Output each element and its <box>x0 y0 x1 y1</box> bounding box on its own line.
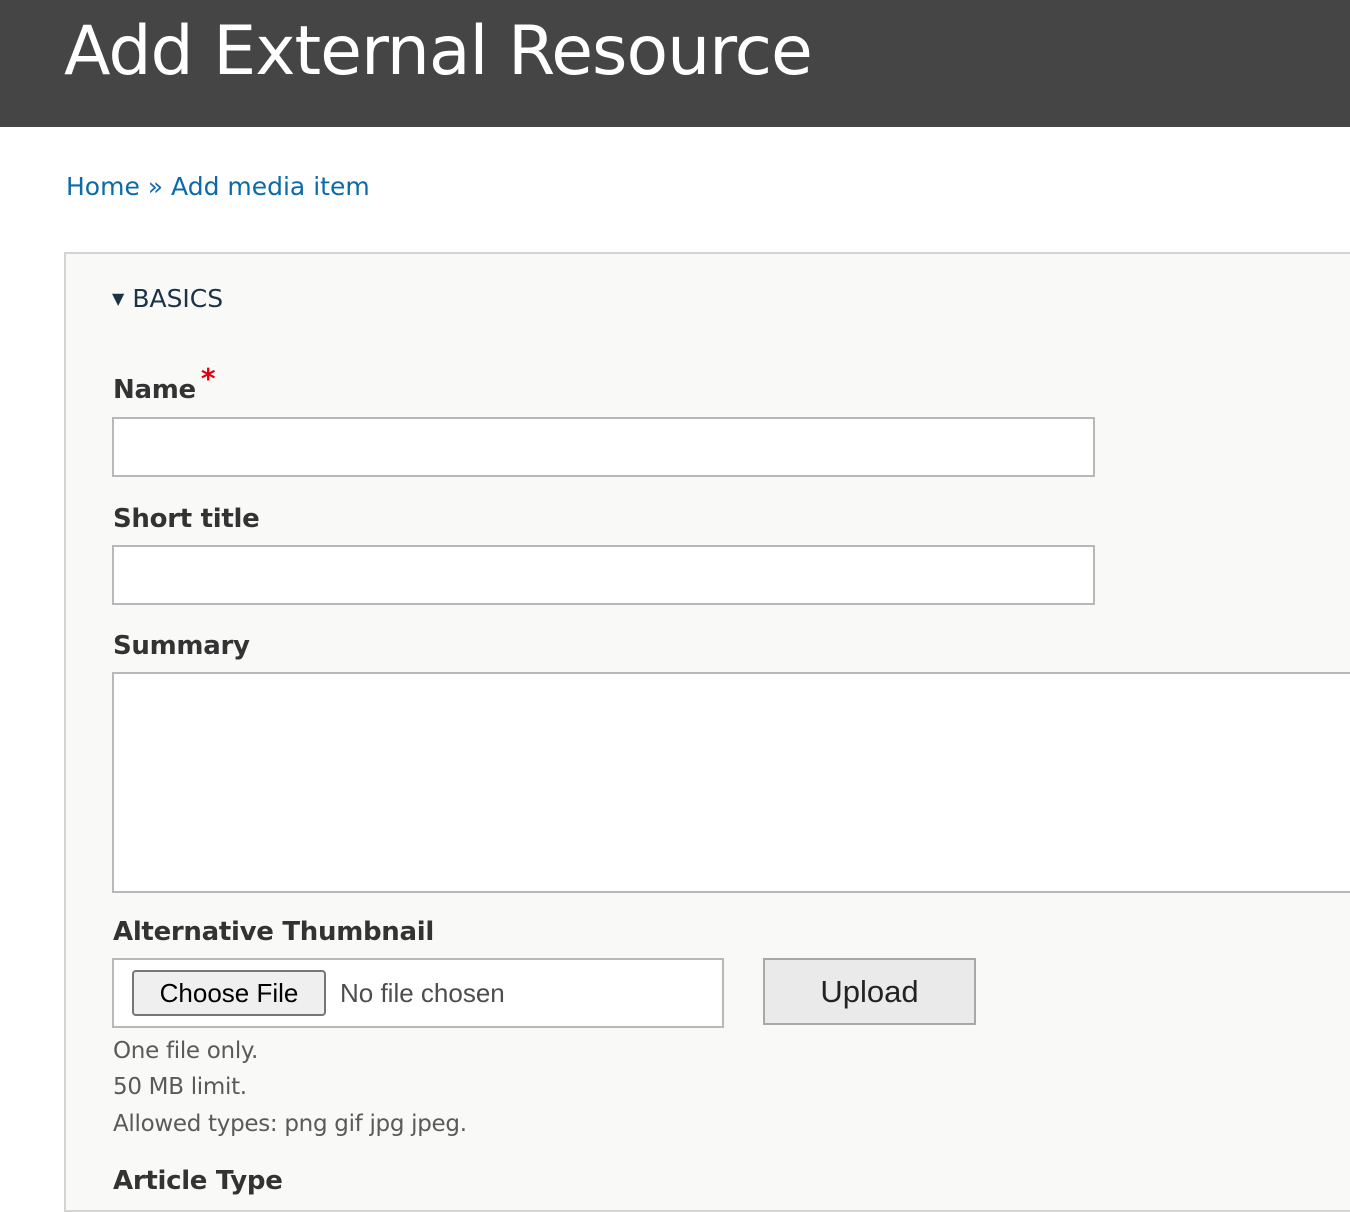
basics-section-toggle[interactable]: ▼ BASICS <box>112 284 223 314</box>
name-input[interactable] <box>112 417 1095 477</box>
short-title-input[interactable] <box>112 545 1095 605</box>
article-type-label: Article Type <box>113 1166 283 1196</box>
summary-textarea[interactable] <box>112 672 1350 893</box>
basics-section-label: BASICS <box>132 284 224 313</box>
alternative-thumbnail-label: Alternative Thumbnail <box>113 917 434 947</box>
breadcrumb-separator: » <box>147 172 164 201</box>
page-title: Add External Resource <box>64 12 813 91</box>
thumbnail-description-line: 50 MB limit. <box>113 1074 247 1100</box>
breadcrumb-add-media-item-link[interactable]: Add media item <box>171 172 370 201</box>
short-title-label: Short title <box>113 504 260 534</box>
thumbnail-description-line: Allowed types: png gif jpg jpeg. <box>113 1111 467 1137</box>
required-marker: * <box>200 362 216 395</box>
file-status-text: No file chosen <box>340 978 505 1008</box>
summary-label: Summary <box>113 631 250 661</box>
triangle-down-icon: ▼ <box>112 289 125 308</box>
breadcrumb: Home » Add media item <box>66 172 370 202</box>
name-label-text: Name <box>113 375 196 405</box>
thumbnail-description-line: One file only. <box>113 1038 258 1064</box>
name-label: Name * <box>113 364 215 406</box>
page-header: Add External Resource <box>0 0 1350 127</box>
upload-button[interactable]: Upload <box>763 958 976 1025</box>
breadcrumb-home-link[interactable]: Home <box>66 172 140 201</box>
choose-file-button[interactable]: Choose File <box>132 970 326 1016</box>
thumbnail-file-input[interactable]: Choose File No file chosen <box>112 958 724 1028</box>
